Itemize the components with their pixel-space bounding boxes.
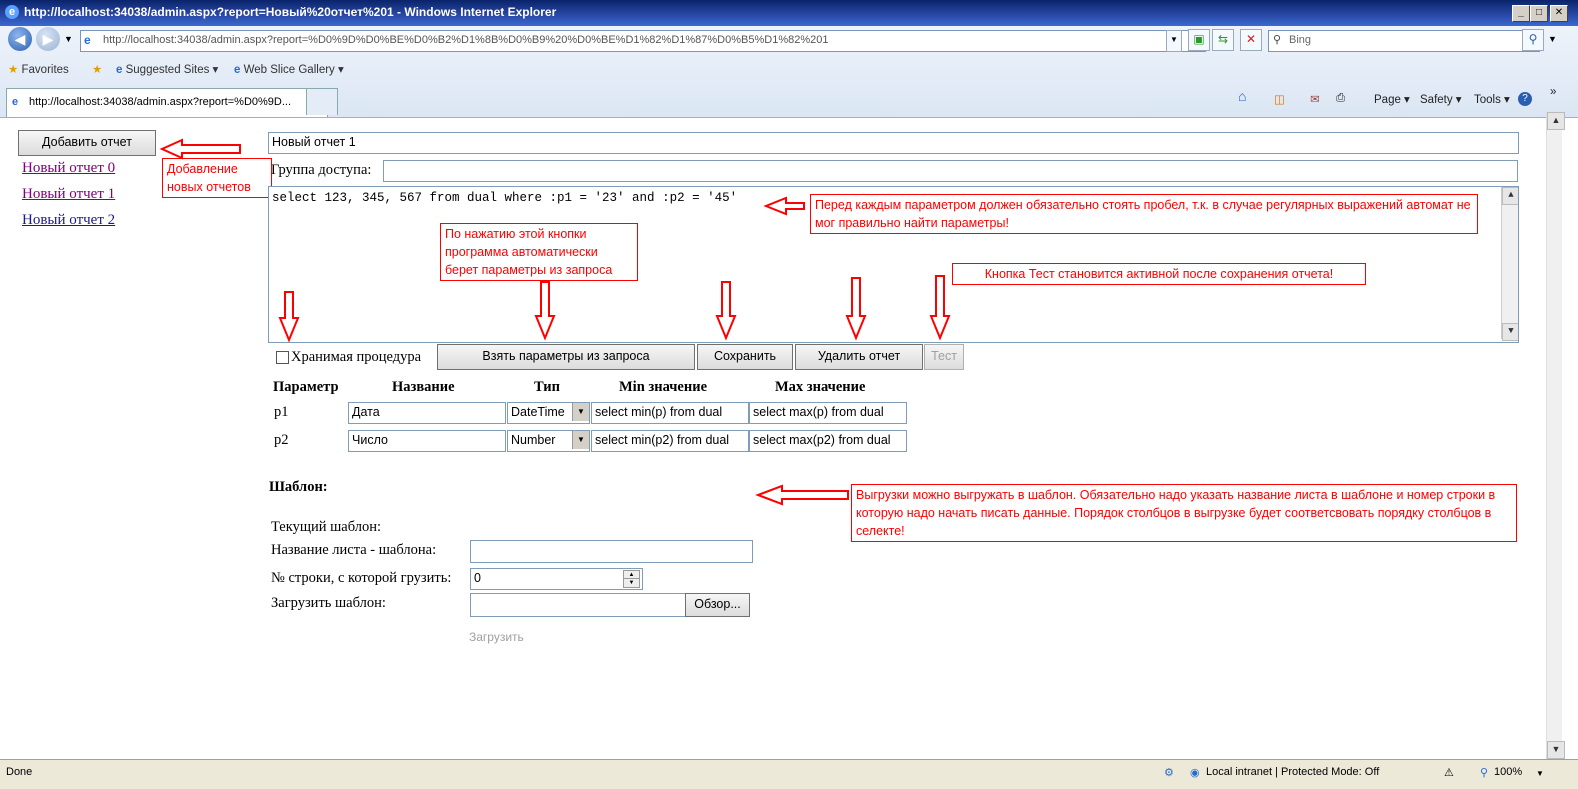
favorites-button[interactable]: ★ Favorites — [8, 62, 69, 76]
search-go-icon[interactable]: ⚲ — [1522, 29, 1544, 51]
file-path-input[interactable] — [470, 593, 691, 617]
stop-icon[interactable]: ✕ — [1240, 29, 1262, 51]
arrow-left-template — [755, 484, 849, 506]
ie-page-icon: e — [234, 64, 241, 76]
browse-button[interactable]: Обзор... — [685, 593, 750, 617]
upload-template-label: Загрузить шаблон: — [271, 595, 386, 611]
sheet-name-input[interactable] — [470, 540, 753, 563]
security-icon: ⚙ — [1164, 767, 1174, 779]
browser-tab[interactable]: e http://localhost:34038/admin.aspx?repo… — [6, 88, 328, 117]
scroll-down-icon[interactable]: ▼ — [1547, 741, 1565, 759]
page-content: Добавить отчет Новый отчет 0 Новый отчет… — [0, 118, 1546, 759]
stored-procedure-checkbox[interactable] — [276, 351, 289, 364]
zone-text: Local intranet | Protected Mode: Off — [1206, 766, 1380, 778]
address-bar[interactable]: e http://localhost:34038/admin.aspx?repo… — [80, 30, 1206, 52]
search-placeholder: Bing — [1289, 34, 1312, 46]
load-button[interactable]: Загрузить — [469, 630, 524, 644]
protected-mode-icon[interactable]: ⚠ — [1444, 766, 1454, 779]
get-params-button[interactable]: Взять параметры из запроса — [437, 344, 695, 370]
search-input[interactable]: ⚲ Bing — [1268, 30, 1540, 52]
zoom-icon: ⚲ — [1480, 767, 1489, 779]
search-options-icon[interactable]: ▼ — [1548, 34, 1557, 44]
param-min-input[interactable]: select min(p) from dual — [591, 402, 749, 424]
param-name-input[interactable]: Дата — [348, 402, 506, 424]
tools-menu[interactable]: Tools ▾ — [1474, 92, 1510, 106]
tab-page-icon: e — [12, 96, 19, 108]
col-header-min: Min значение — [619, 379, 708, 395]
address-dropdown-icon[interactable]: ▼ — [1166, 30, 1182, 52]
minimize-button[interactable]: _ — [1512, 5, 1530, 22]
page-icon: e — [84, 33, 91, 47]
arrow-left-sidebar — [159, 138, 241, 160]
suggested-sites-link[interactable]: e Suggested Sites ▾ — [116, 62, 218, 76]
chevron-icon[interactable]: » — [1550, 86, 1556, 98]
current-template-label: Текущий шаблон: — [271, 519, 382, 535]
param-min-input[interactable]: select min(p2) from dual — [591, 430, 749, 452]
start-row-stepper[interactable]: 0 ▲ ▼ — [470, 568, 643, 590]
ie-page-icon: e — [116, 64, 123, 76]
home-icon[interactable]: ⌂ — [1238, 88, 1246, 104]
feeds-icon[interactable]: ◫ — [1274, 92, 1285, 106]
arrow-down-params — [534, 281, 556, 341]
arrow-down-test — [929, 275, 951, 341]
param-type-select[interactable]: Number ▼ — [507, 430, 590, 452]
chevron-down-icon: ▼ — [572, 431, 589, 449]
star-icon: ★ — [8, 64, 19, 76]
zoom-level[interactable]: 100% — [1494, 766, 1522, 778]
history-dropdown-icon[interactable]: ▼ — [64, 34, 73, 44]
web-slice-gallery-link[interactable]: e Web Slice Gallery ▾ — [234, 62, 344, 76]
refresh-icon[interactable]: ⇆ — [1212, 29, 1234, 51]
back-icon[interactable]: ◀ — [8, 27, 32, 51]
status-bar: Done ⚙ ◉ Local intranet | Protected Mode… — [0, 759, 1578, 789]
test-button[interactable]: Тест — [924, 344, 964, 370]
status-text: Done — [6, 766, 33, 778]
print-icon[interactable]: ⎙ — [1336, 92, 1345, 105]
search-icon: ⚲ — [1273, 34, 1282, 46]
param-cell: p2 — [274, 432, 289, 448]
col-header-name: Название — [392, 379, 455, 395]
param-max-input[interactable]: select max(p2) from dual — [749, 430, 907, 452]
arrow-down-save — [715, 281, 737, 341]
col-header-param: Параметр — [273, 379, 339, 395]
close-button[interactable]: ✕ — [1550, 5, 1568, 22]
compatibility-icon[interactable]: ▣ — [1188, 29, 1210, 51]
col-header-max: Max значение — [775, 379, 866, 395]
add-favorite-icon[interactable]: ★ — [92, 62, 102, 76]
page-menu[interactable]: Page ▾ — [1374, 92, 1410, 106]
forward-icon[interactable]: ▶ — [36, 27, 60, 51]
arrow-down-checkbox — [278, 291, 300, 343]
window-title-bar: e http://localhost:34038/admin.aspx?repo… — [0, 0, 1578, 26]
chevron-down-icon: ▼ — [572, 403, 589, 421]
col-header-type: Тип — [534, 379, 561, 395]
delete-report-button[interactable]: Удалить отчет — [795, 344, 923, 370]
start-row-label: № строки, с которой грузить: — [271, 570, 452, 586]
save-button[interactable]: Сохранить — [697, 344, 793, 370]
sheet-name-label: Название листа - шаблона: — [271, 542, 437, 558]
ie-logo-icon: e — [5, 5, 19, 19]
page-scrollbar[interactable]: ▲ ▼ — [1546, 112, 1565, 759]
safety-menu[interactable]: Safety ▾ — [1420, 92, 1462, 106]
param-type-select[interactable]: DateTime ▼ — [507, 402, 590, 424]
help-icon[interactable]: ? — [1518, 92, 1532, 106]
template-title: Шаблон: — [269, 479, 328, 495]
address-text: http://localhost:34038/admin.aspx?report… — [103, 34, 829, 46]
maximize-button[interactable]: □ — [1530, 5, 1548, 22]
new-tab-button[interactable] — [306, 88, 338, 115]
window-title: http://localhost:34038/admin.aspx?report… — [24, 5, 557, 19]
scroll-up-icon[interactable]: ▲ — [1547, 112, 1565, 130]
globe-icon: ◉ — [1190, 767, 1200, 779]
browser-toolbar: ◀ ▶ ▼ e http://localhost:34038/admin.asp… — [0, 26, 1578, 118]
arrow-left-sql — [763, 196, 805, 216]
annotation-template: Выгрузки можно выгружать в шаблон. Обяза… — [851, 484, 1517, 542]
stepper-down-icon[interactable]: ▼ — [623, 578, 640, 588]
stored-procedure-label: Хранимая процедура — [291, 349, 422, 365]
arrow-down-delete — [845, 277, 867, 341]
zoom-dropdown-icon[interactable]: ▼ — [1536, 769, 1544, 778]
mail-icon[interactable]: ✉ — [1310, 92, 1320, 106]
param-max-input[interactable]: select max(p) from dual — [749, 402, 907, 424]
param-name-input[interactable]: Число — [348, 430, 506, 452]
param-cell: p1 — [274, 404, 289, 420]
